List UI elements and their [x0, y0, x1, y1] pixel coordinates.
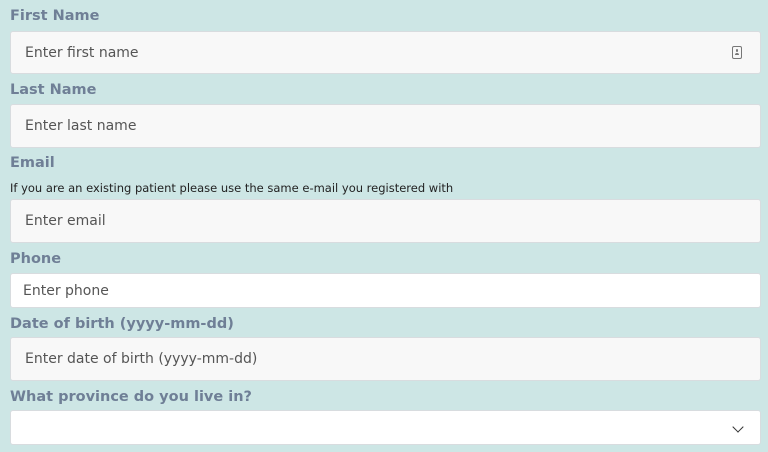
last-name-input[interactable] — [11, 105, 760, 147]
phone-input[interactable] — [11, 274, 760, 307]
first-name-label: First Name — [10, 8, 100, 24]
contact-card-icon[interactable] — [732, 46, 742, 59]
first-name-field[interactable] — [10, 31, 761, 74]
email-help-text: If you are an existing patient please us… — [10, 181, 454, 195]
email-field[interactable] — [10, 199, 761, 243]
first-name-input[interactable] — [11, 32, 760, 73]
dob-label: Date of birth (yyyy-mm-dd) — [10, 316, 234, 332]
last-name-label: Last Name — [10, 82, 97, 98]
email-input[interactable] — [11, 200, 760, 242]
province-select[interactable] — [10, 410, 761, 445]
phone-field[interactable] — [10, 273, 761, 308]
province-label: What province do you live in? — [10, 389, 252, 405]
patient-registration-form: First Name Last Name Email If you are an… — [0, 0, 768, 452]
dob-field[interactable] — [10, 337, 761, 381]
chevron-down-icon[interactable] — [732, 421, 744, 433]
last-name-field[interactable] — [10, 104, 761, 148]
dob-input[interactable] — [11, 338, 760, 380]
phone-label: Phone — [10, 251, 62, 267]
email-label: Email — [10, 155, 55, 171]
